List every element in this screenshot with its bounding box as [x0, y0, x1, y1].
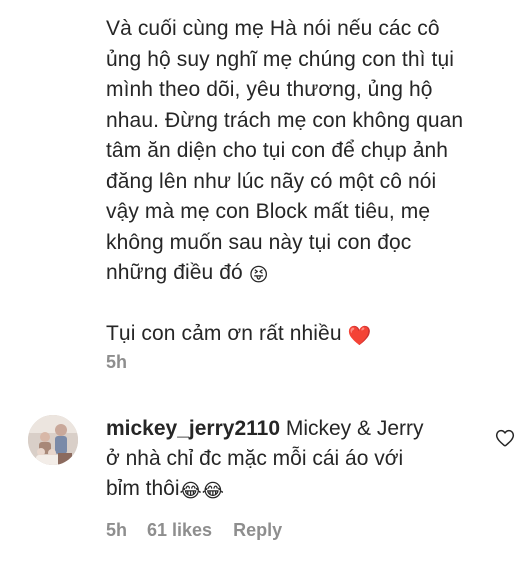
reply-button[interactable]: Reply	[233, 520, 282, 541]
caption-line: ủng hộ suy nghĩ mẹ chúng con thì tụi	[106, 47, 454, 71]
heart-outline-icon[interactable]	[495, 428, 515, 448]
comment-meta: 5h 61 likes Reply	[106, 520, 282, 541]
post-caption: Và cuối cùng mẹ Hà nói nếu các cô ủng hộ…	[106, 14, 506, 350]
caption-line: vậy mà mẹ con Block mất tiêu, mẹ	[106, 200, 431, 223]
caption-thanks-text: Tụi con cảm ơn rất nhiều	[106, 322, 342, 345]
caption-line: Và cuối cùng mẹ Hà nói nếu các cô	[106, 17, 440, 40]
avatar-photo-icon	[28, 415, 78, 465]
caption-line-last: những điều đó 😝	[106, 258, 506, 289]
caption-line: tâm ăn diện cho tụi con để chụp ảnh	[106, 139, 449, 162]
comment-likes[interactable]: 61 likes	[147, 520, 212, 541]
comment-text-1: Mickey & Jerry	[285, 417, 424, 440]
caption-timestamp: 5h	[106, 352, 128, 372]
caption-line-text: những điều đó	[106, 261, 243, 284]
caption-thanks: Tụi con cảm ơn rất nhiều ❤️	[106, 319, 506, 350]
comment-timestamp: 5h	[106, 520, 128, 540]
caption-line: không muốn sau này tụi con đọc	[106, 230, 412, 254]
caption-line: nhau. Đừng trách mẹ con không quan	[106, 108, 464, 132]
comment-text-3: bỉm thôi	[106, 477, 180, 500]
comment-body: mickey_jerry2110 Mickey & Jerry ở nhà ch…	[106, 414, 486, 504]
caption-line: đăng lên như lúc nãy có một cô nói	[106, 169, 437, 193]
avatar[interactable]	[28, 415, 78, 465]
comment-text-2: ở nhà chỉ đc mặc mỗi cái áo với	[106, 447, 404, 470]
comment-username[interactable]: mickey_jerry2110	[106, 417, 280, 440]
caption-line: mình theo dõi, yêu thương, ủng hộ	[106, 78, 433, 101]
laughing-emoji-icon: 😂😂	[179, 481, 224, 502]
heart-emoji-icon: ❤️	[347, 326, 372, 347]
tongue-emoji-icon: 😝	[248, 265, 269, 286]
